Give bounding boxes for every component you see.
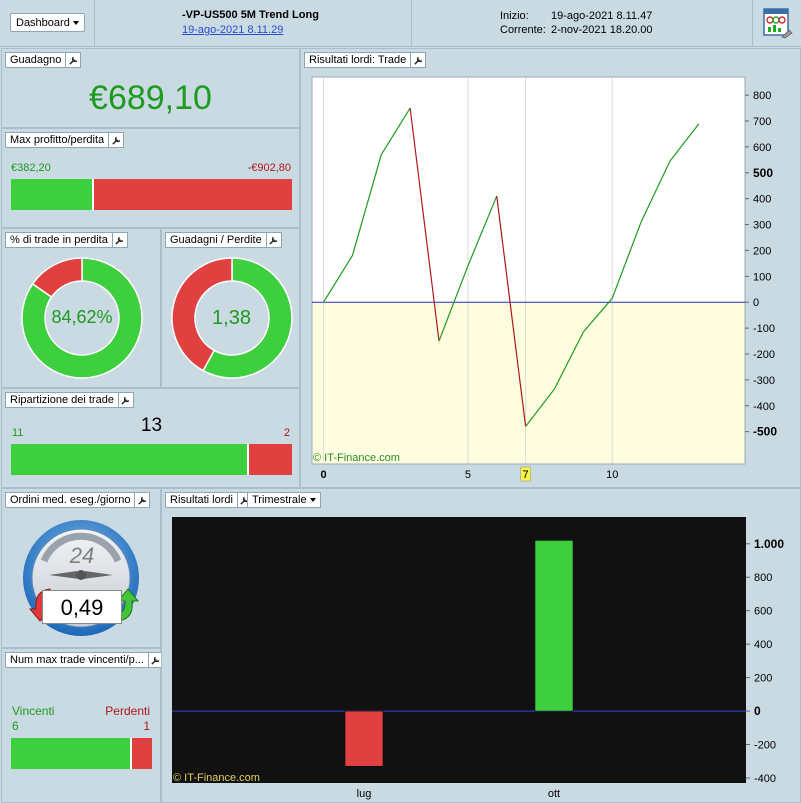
max-pl-bar — [11, 179, 292, 210]
max-pl-title-bar: Max profitto/perdita — [5, 132, 125, 148]
y-tick-label: -400 — [753, 401, 775, 413]
y-tick-label: 100 — [753, 271, 771, 283]
y-tick-label: -100 — [753, 323, 775, 335]
gain-panel: Guadagno €689,10 — [1, 48, 300, 128]
wrench-icon[interactable] — [108, 133, 123, 147]
top-header: Dashboard -VP-US500 5M Trend Long 19-ago… — [0, 0, 801, 47]
gain-value: €689,10 — [89, 79, 212, 117]
max-loss-value: -€902,80 — [247, 162, 291, 174]
trade-split-bar — [11, 444, 292, 475]
trade-total: 13 — [140, 415, 163, 436]
system-date-link[interactable]: 19-ago-2021 8.11.29 — [182, 24, 283, 36]
y-tick-label: 700 — [753, 116, 771, 128]
y-tick-label: 400 — [754, 639, 772, 651]
chart-watermark: © IT-Finance.com — [173, 772, 260, 784]
y-tick-label: 200 — [753, 245, 771, 257]
panel-title: Num max trade vincenti/p... — [10, 654, 144, 666]
max-wins-panel: Num max trade vincenti/p... Vincenti Per… — [1, 648, 164, 803]
wrench-icon[interactable] — [117, 393, 133, 407]
system-name: -VP-US500 5M Trend Long — [182, 9, 319, 21]
losses-value: 1 — [143, 719, 150, 733]
current-label: Corrente: — [500, 24, 546, 36]
plot-area-upper — [312, 77, 745, 303]
start-label: Inizio: — [500, 10, 529, 22]
dashboard-dropdown[interactable]: Dashboard — [10, 13, 85, 32]
report-icon[interactable] — [762, 7, 794, 39]
y-tick-label: 200 — [754, 673, 772, 685]
winners-count: 11 — [12, 427, 24, 439]
plot-area-lower — [312, 302, 745, 464]
x-tick-label: 10 — [606, 469, 618, 481]
panel-title: Ripartizione dei trade — [10, 394, 114, 406]
gain-loss-ratio-panel: Guadagni / Perdite 1,38 — [161, 228, 300, 388]
x-tick-label: 5 — [465, 469, 471, 481]
dashboard-label: Dashboard — [16, 16, 70, 29]
wins-value: 6 — [12, 719, 19, 733]
plot-background — [172, 517, 746, 783]
max-wins-bar — [11, 738, 152, 769]
panel-title: Ordini med. eseg./giorno — [10, 494, 131, 506]
y-tick-label: 1.000 — [754, 537, 784, 551]
chevron-down-icon — [72, 20, 79, 25]
y-tick-label: 800 — [753, 90, 771, 102]
header-divider — [411, 0, 412, 47]
current-value: 2-nov-2021 18.20.00 — [551, 24, 653, 36]
loss-pct-panel: % di trade in perdita 84,62% — [1, 228, 161, 388]
y-tick-label: 500 — [753, 166, 773, 180]
panel-title: Max profitto/perdita — [10, 134, 105, 146]
y-tick-label: 400 — [753, 194, 771, 206]
y-tick-label: 0 — [754, 704, 761, 718]
avg-orders-title-bar: Ordini med. eseg./giorno — [5, 492, 151, 508]
wrench-icon[interactable] — [65, 53, 80, 67]
y-tick-label: -200 — [753, 349, 775, 361]
winners-fill — [11, 444, 249, 475]
x-category-label: lug — [357, 788, 372, 800]
max-profit-loss-panel: Max profitto/perdita €382,20 -€902,80 — [1, 128, 300, 228]
wrench-icon[interactable] — [134, 493, 149, 507]
y-tick-label: 600 — [753, 142, 771, 154]
avg-orders-panel: Ordini med. eseg./giorno 24 0,49 — [1, 488, 161, 648]
y-tick-label: -400 — [754, 773, 776, 785]
x-tick-label: 0 — [320, 469, 326, 481]
y-tick-label: 800 — [754, 572, 772, 584]
chart-watermark: © IT-Finance.com — [313, 452, 400, 464]
quarterly-results-panel: Risultati lordi Trimestrale lug ott 1.000 8… — [161, 488, 801, 803]
losers-count: 2 — [283, 427, 290, 439]
trade-line-chart: 8007006005004003002001000-100-200-300-40… — [311, 76, 777, 482]
y-tick-label: 600 — [754, 606, 772, 618]
header-divider — [94, 0, 95, 47]
y-tick-label: -500 — [753, 425, 777, 439]
trade-split-title-bar: Ripartizione dei trade — [5, 392, 134, 408]
max-profit-value: €382,20 — [11, 162, 51, 174]
gain-title-bar: Guadagno — [5, 52, 82, 68]
losses-label: Perdenti — [105, 704, 150, 718]
y-tick-label: 0 — [753, 297, 759, 309]
trade-split-panel: Ripartizione dei trade 13 11 2 — [1, 388, 300, 488]
header-divider — [752, 0, 753, 47]
x-tick-label: 7 — [523, 469, 529, 481]
quarterly-bar-chart: lug ott 1.000 800 600 400 200 0 -200 -400 — [172, 517, 784, 800]
gain-loss-value: 1,38 — [212, 307, 251, 329]
dial-number: 24 — [69, 543, 95, 568]
y-tick-label: -300 — [753, 375, 775, 387]
y-tick-label: -200 — [754, 740, 776, 752]
result-bar — [534, 540, 574, 712]
x-category-label: ott — [548, 788, 560, 800]
result-bar — [344, 710, 384, 767]
wins-fill — [11, 738, 133, 769]
trade-results-panel: Risultati lordi: Trade 800 700 600 500 400 30… — [300, 48, 801, 488]
loss-pct-value: 84,62% — [51, 307, 113, 327]
max-profit-fill — [11, 179, 95, 210]
start-value: 19-ago-2021 8.11.47 — [551, 10, 653, 22]
y-tick-label: 300 — [753, 220, 771, 232]
avg-orders-value: 0,49 — [42, 590, 122, 624]
panel-title: Guadagno — [10, 54, 62, 66]
max-wins-title-bar: Num max trade vincenti/p... — [5, 652, 164, 668]
wins-label: Vincenti — [12, 704, 55, 718]
